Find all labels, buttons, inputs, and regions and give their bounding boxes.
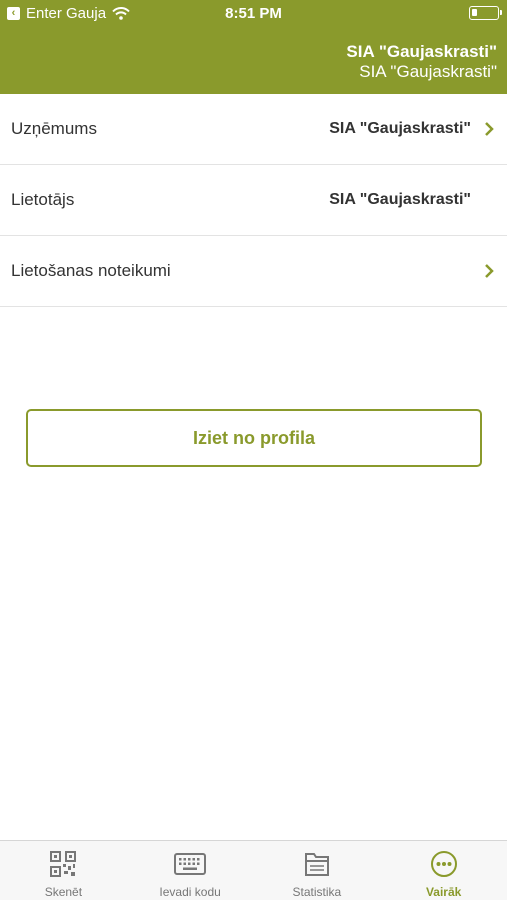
row-terms[interactable]: Lietošanas noteikumi	[0, 236, 507, 307]
tab-scan[interactable]: Skenēt	[0, 841, 127, 900]
folder-icon	[304, 853, 329, 876]
tab-enter-code-label: Ievadi kodu	[159, 885, 221, 899]
row-company-value: SIA "Gaujaskrasti"	[329, 120, 471, 137]
page-subtitle: SIA "Gaujaskrasti"	[359, 62, 497, 81]
tab-enter-code[interactable]: Ievadi kodu	[127, 841, 254, 900]
row-user-label: Lietotājs	[11, 190, 75, 209]
tab-more-label: Vairāk	[425, 885, 462, 899]
tab-scan-label: Skenēt	[44, 885, 83, 899]
row-company-label: Uzņēmums	[11, 119, 97, 138]
chevron-right-icon	[485, 264, 494, 278]
qr-code-icon	[50, 851, 77, 877]
logout-button[interactable]: Iziet no profila	[26, 409, 482, 467]
row-terms-label: Lietošanas noteikumi	[11, 261, 171, 280]
more-icon	[430, 851, 457, 877]
tab-more[interactable]: Vairāk	[380, 841, 507, 900]
keyboard-icon	[174, 853, 207, 875]
top-bar: ‹ Enter Gauja 8:51 PM SIA "Gaujaskrasti"…	[0, 0, 507, 94]
page-title: SIA "Gaujaskrasti"	[346, 42, 497, 61]
row-user: Lietotājs SIA "Gaujaskrasti"	[0, 165, 507, 236]
tab-statistics-label: Statistika	[292, 885, 342, 899]
tab-bar: Skenēt Ievadi kodu Statistika Vairāk	[0, 840, 507, 900]
row-user-value: SIA "Gaujaskrasti"	[329, 191, 471, 208]
tab-statistics[interactable]: Statistika	[254, 841, 381, 900]
battery-icon	[469, 6, 502, 20]
status-bar: ‹ Enter Gauja 8:51 PM	[0, 0, 507, 26]
status-time: 8:51 PM	[225, 5, 282, 22]
chevron-right-icon	[485, 122, 494, 136]
row-company[interactable]: Uzņēmums SIA "Gaujaskrasti"	[0, 94, 507, 165]
